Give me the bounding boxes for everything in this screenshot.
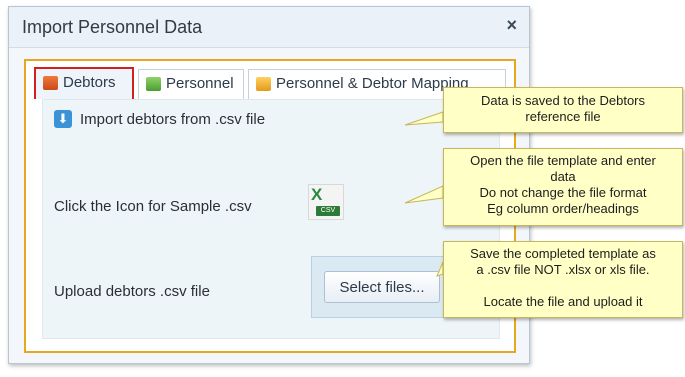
debtors-panel: ⬇ Import debtors from .csv file Click th… xyxy=(42,99,500,339)
spreadsheet-red-icon xyxy=(43,76,58,90)
dialog-title: Import Personnel Data xyxy=(22,17,203,37)
spreadsheet-yellow-icon xyxy=(256,77,271,91)
callout-line: data xyxy=(550,169,576,184)
callout-save-upload: Save the completed template as a .csv fi… xyxy=(443,241,683,318)
close-icon[interactable]: × xyxy=(506,15,517,36)
select-files-button[interactable]: Select files... xyxy=(324,271,440,303)
upload-debtors-label: Upload debtors .csv file xyxy=(54,283,210,300)
tab-label: Personnel xyxy=(166,75,234,92)
sample-csv-label: Click the Icon for Sample .csv xyxy=(54,198,252,215)
callout-line: Locate the file and upload it xyxy=(483,294,643,309)
csv-badge: CSV xyxy=(316,206,340,216)
callout-line: Open the file template and enter xyxy=(470,153,656,168)
callout-open-template: Open the file template and enter data Do… xyxy=(443,148,683,226)
dialog-titlebar: Import Personnel Data × xyxy=(9,7,529,48)
tab-debtors[interactable]: Debtors xyxy=(34,67,134,99)
callout-line xyxy=(444,278,682,294)
callout-line: Save the completed template as xyxy=(470,246,656,261)
tab-label: Personnel & Debtor Mapping xyxy=(276,75,469,92)
callout-line: Eg column order/headings xyxy=(487,201,639,216)
tab-personnel[interactable]: Personnel xyxy=(138,69,244,99)
download-icon: ⬇ xyxy=(54,110,72,128)
spreadsheet-green-icon xyxy=(146,77,161,91)
callout-line: Data is saved to the Debtors xyxy=(480,93,646,108)
sample-csv-icon[interactable]: X CSV xyxy=(308,184,344,220)
tab-label: Debtors xyxy=(63,74,116,91)
callout-line: reference file xyxy=(525,109,601,124)
callout-debtors-saved: Data is saved to the Debtors reference f… xyxy=(443,87,683,133)
callout-line: a .csv file NOT .xlsx or xls file. xyxy=(476,262,650,277)
excel-x-icon: X xyxy=(311,185,323,204)
callout-line: Do not change the file format xyxy=(479,185,647,200)
import-debtors-label: Import debtors from .csv file xyxy=(80,111,266,128)
